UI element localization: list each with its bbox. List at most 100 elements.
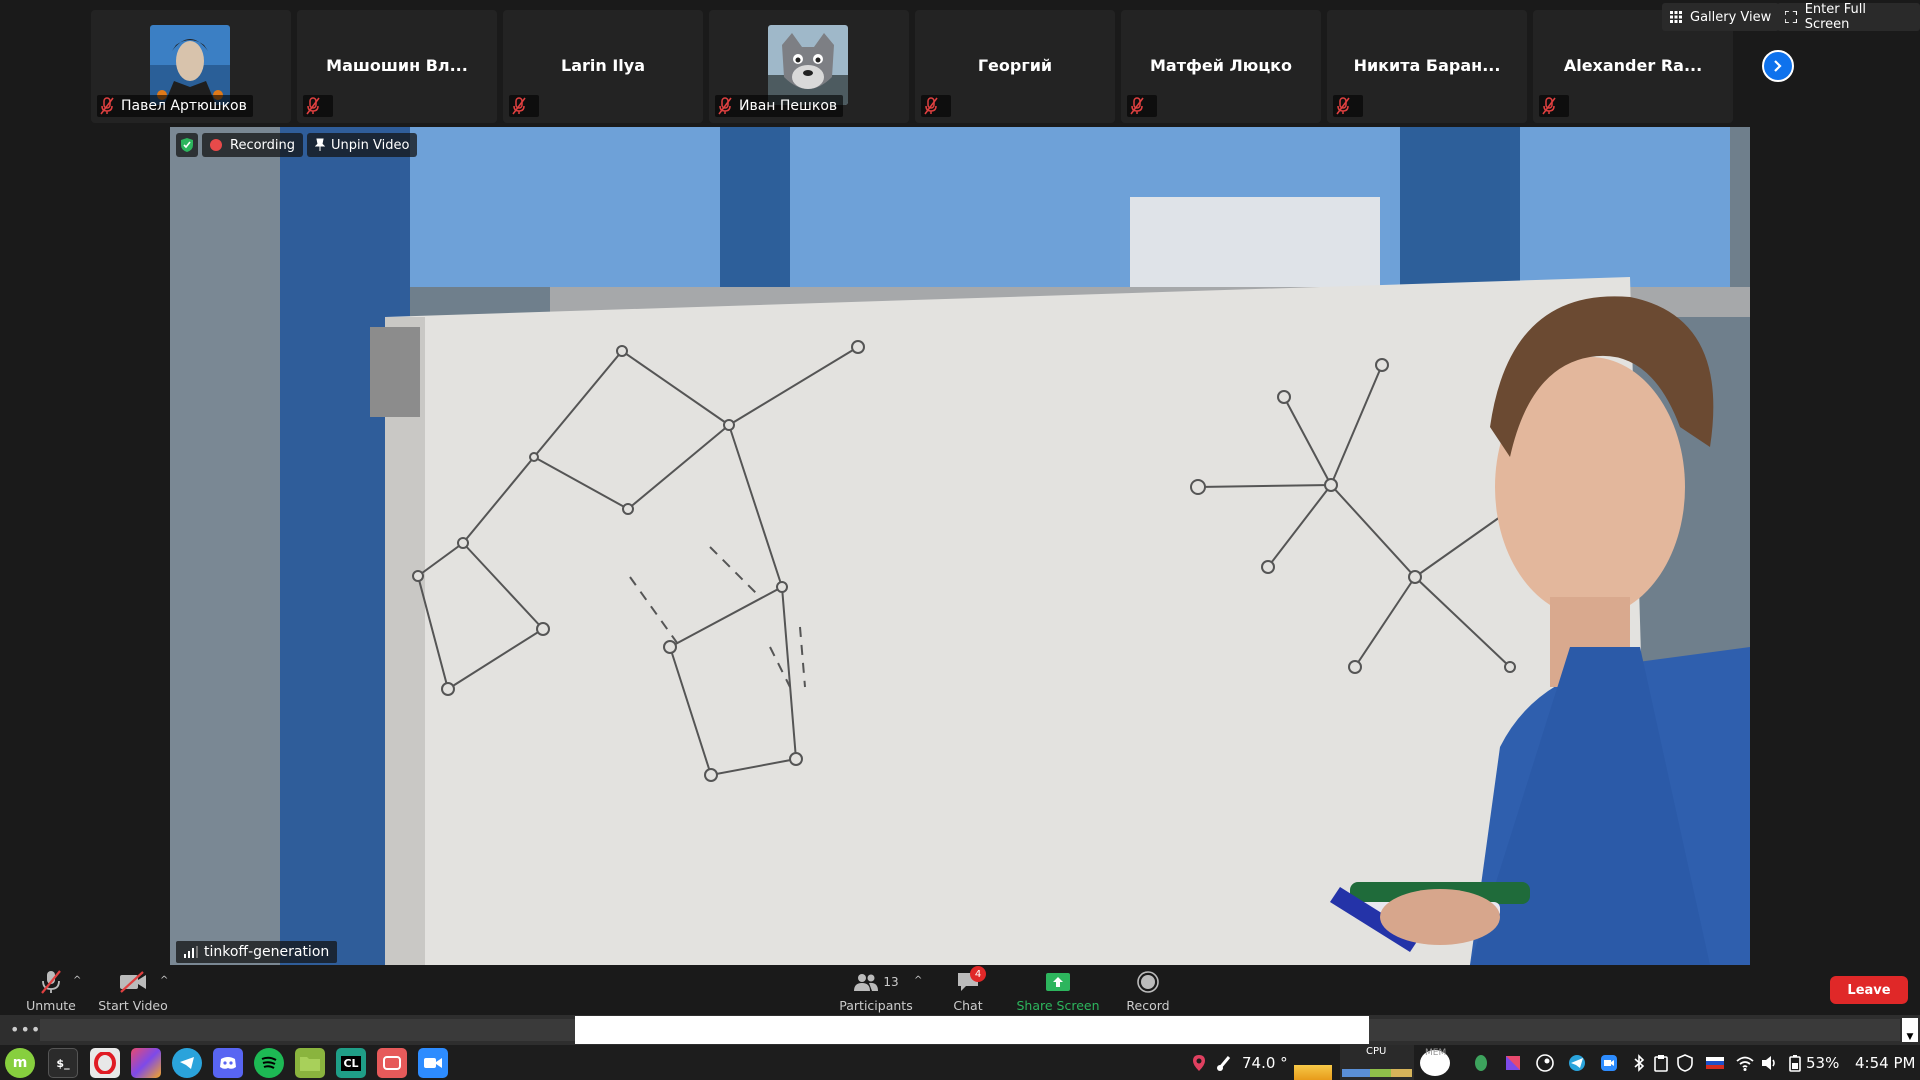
- full-screen-button[interactable]: Enter Full Screen: [1777, 2, 1920, 32]
- participant-tile[interactable]: Павел Артюшков: [91, 10, 291, 123]
- discord-icon[interactable]: [213, 1048, 243, 1078]
- participant-strip: Павел Артюшков Машошин Вл... Larin Ilya: [0, 0, 1920, 127]
- video-options-caret-icon[interactable]: ^: [160, 975, 168, 986]
- participant-tile[interactable]: Георгий: [915, 10, 1115, 123]
- participant-tile[interactable]: Матфей Люцко: [1121, 10, 1321, 123]
- files-folder-icon[interactable]: [295, 1048, 325, 1078]
- thermometer-icon: [1217, 1056, 1231, 1071]
- video-overlay: Recording Unpin Video: [176, 133, 418, 157]
- location-pin-icon[interactable]: [1190, 1054, 1208, 1072]
- participant-label: [1333, 95, 1363, 117]
- gallery-view-button[interactable]: Gallery View: [1662, 3, 1780, 31]
- pin-icon: [315, 138, 326, 151]
- main-video[interactable]: Recording Unpin Video tinkoff-generation: [170, 127, 1750, 965]
- meeting-toolbar: Unmute ^ Start Video ^ 13 Participants ^…: [0, 965, 1920, 1015]
- unmute-label: Unmute: [26, 998, 76, 1013]
- video-off-icon: [120, 971, 146, 993]
- bluetooth-icon[interactable]: [1630, 1054, 1648, 1072]
- chat-button[interactable]: 4 Chat: [950, 966, 986, 1013]
- clion-icon[interactable]: CL: [336, 1048, 366, 1078]
- muted-mic-icon: [1130, 97, 1144, 115]
- battery-icon[interactable]: [1786, 1054, 1804, 1072]
- temperature-graph: [1294, 1065, 1332, 1080]
- avatar: [768, 25, 848, 105]
- muted-mic-icon: [100, 97, 114, 115]
- volume-icon[interactable]: [1760, 1054, 1778, 1072]
- record-button[interactable]: Record: [1124, 967, 1172, 1013]
- jetbrains-toolbox-icon[interactable]: [131, 1048, 161, 1078]
- temperature-readout: 74.0 °: [1242, 1053, 1288, 1072]
- participants-caret-icon[interactable]: ^: [914, 975, 922, 986]
- recording-label: Recording: [230, 137, 296, 153]
- unpin-video-button[interactable]: Unpin Video: [307, 133, 418, 157]
- spotify-icon[interactable]: [254, 1048, 284, 1078]
- share-screen-icon: [1046, 973, 1070, 991]
- full-screen-label: Enter Full Screen: [1804, 2, 1866, 32]
- unpin-label: Unpin Video: [331, 137, 410, 153]
- participant-label: [1539, 95, 1569, 117]
- cpu-graph[interactable]: CPU: [1340, 1045, 1414, 1080]
- signal-bars-icon: [184, 946, 198, 958]
- muted-mic-icon: [924, 97, 938, 115]
- more-options-icon[interactable]: •••: [10, 1020, 41, 1039]
- opera-icon[interactable]: [90, 1048, 120, 1078]
- participants-count: 13: [883, 975, 899, 989]
- mint-menu-icon[interactable]: m: [5, 1048, 35, 1078]
- zoom-icon[interactable]: [418, 1048, 448, 1078]
- participant-label: [303, 95, 333, 117]
- muted-mic-icon: [1336, 97, 1350, 115]
- share-screen-button[interactable]: Share Screen: [1016, 967, 1100, 1013]
- jetbrains-tray-icon[interactable]: [1504, 1054, 1522, 1072]
- record-icon: [1137, 971, 1159, 993]
- keepass-icon[interactable]: [1472, 1054, 1490, 1072]
- cpu-label: CPU: [1366, 1046, 1387, 1057]
- zoom-tray-icon[interactable]: [1600, 1054, 1618, 1072]
- participants-icon: [854, 974, 879, 991]
- participant-label: [509, 95, 539, 117]
- muted-mic-icon: [512, 97, 526, 115]
- audio-options-caret-icon[interactable]: ^: [73, 975, 81, 986]
- clock[interactable]: 4:54 PM: [1855, 1045, 1915, 1080]
- scroll-down-arrow-icon[interactable]: ▼: [1902, 1018, 1918, 1042]
- scroll-thumb[interactable]: [575, 1016, 1369, 1044]
- participant-tile[interactable]: Иван Пешков: [709, 10, 909, 123]
- recording-indicator[interactable]: Recording: [202, 133, 304, 157]
- participant-tile[interactable]: Никита Баран...: [1327, 10, 1527, 123]
- next-page-button[interactable]: [1762, 50, 1794, 82]
- unmute-button[interactable]: Unmute: [24, 967, 78, 1013]
- participant-tile[interactable]: Larin Ilya: [503, 10, 703, 123]
- chevron-right-icon: [1774, 60, 1782, 72]
- clipboard-icon[interactable]: [1652, 1054, 1670, 1072]
- telegram-tray-icon[interactable]: [1568, 1054, 1586, 1072]
- video-frame: [170, 127, 1750, 965]
- participant-tile[interactable]: Машошин Вл...: [297, 10, 497, 123]
- wifi-icon[interactable]: [1736, 1054, 1754, 1072]
- speaker-name: tinkoff-generation: [204, 944, 330, 960]
- gitkraken-icon[interactable]: [377, 1048, 407, 1078]
- chat-label: Chat: [953, 998, 983, 1013]
- participants-button[interactable]: 13 Participants: [838, 967, 914, 1013]
- start-video-label: Start Video: [98, 998, 168, 1013]
- memory-gauge[interactable]: MEM: [1420, 1048, 1450, 1076]
- start-video-button[interactable]: Start Video: [98, 967, 168, 1013]
- chat-unread-badge: 4: [970, 966, 986, 982]
- record-label: Record: [1126, 998, 1170, 1013]
- participants-label: Participants: [839, 998, 913, 1013]
- terminal-icon[interactable]: $_: [48, 1048, 78, 1078]
- keyboard-layout-flag-icon[interactable]: [1706, 1054, 1724, 1072]
- participant-label: Павел Артюшков: [97, 95, 253, 117]
- muted-mic-icon: [306, 97, 320, 115]
- recording-dot-icon: [210, 139, 222, 151]
- participant-label: [921, 95, 951, 117]
- leave-button[interactable]: Leave: [1830, 976, 1908, 1004]
- speaker-name-tag: tinkoff-generation: [176, 941, 338, 963]
- steam-icon[interactable]: [1536, 1054, 1554, 1072]
- participant-label: [1127, 95, 1157, 117]
- telegram-icon[interactable]: [172, 1048, 202, 1078]
- muted-mic-icon: [1542, 97, 1556, 115]
- avatar: [150, 25, 230, 105]
- expand-icon: [1785, 11, 1797, 23]
- grid-icon: [1670, 11, 1682, 23]
- update-shield-icon[interactable]: [1676, 1054, 1694, 1072]
- gallery-view-label: Gallery View: [1690, 9, 1772, 25]
